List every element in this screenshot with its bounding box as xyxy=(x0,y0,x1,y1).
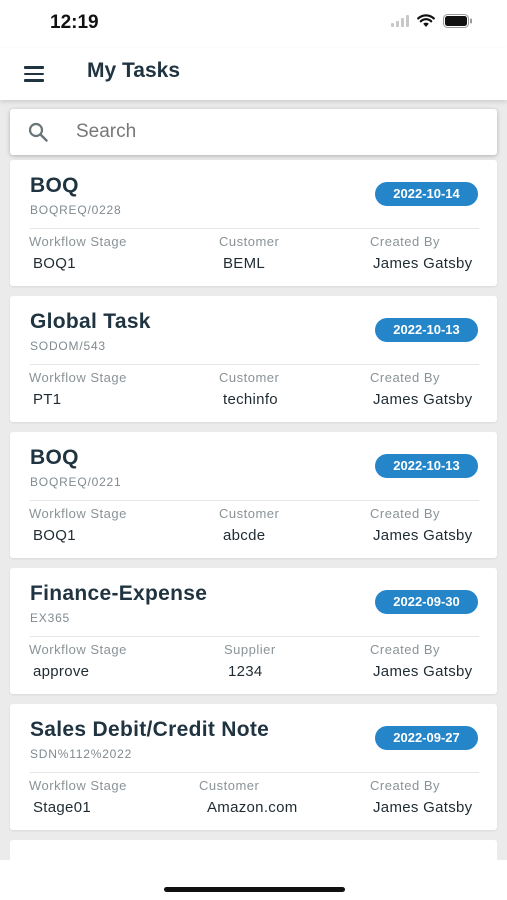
task-list: BOQ BOQREQ/0228 2022-10-14 Workflow Stag… xyxy=(10,160,497,840)
task-title: Finance-Expense xyxy=(30,582,208,605)
search-icon xyxy=(28,122,48,142)
customer-value: abcde xyxy=(223,527,266,544)
task-title: Global Task xyxy=(30,310,151,333)
created-by-value: James Gatsby xyxy=(373,799,473,816)
home-indicator[interactable] xyxy=(164,887,345,892)
workflow-stage-value: BOQ1 xyxy=(33,527,76,544)
divider xyxy=(30,500,479,501)
task-reference: BOQREQ/0228 xyxy=(30,203,122,217)
customer-value: BEML xyxy=(223,255,266,272)
created-by-label: Created By xyxy=(370,370,441,385)
task-card[interactable]: Global Task SODOM/543 2022-10-13 Workflo… xyxy=(10,296,497,422)
workflow-stage-value: PT1 xyxy=(33,391,62,408)
task-date-badge: 2022-10-13 xyxy=(375,318,478,342)
workflow-stage-label: Workflow Stage xyxy=(29,778,127,793)
task-date-badge: 2022-10-13 xyxy=(375,454,478,478)
task-reference: BOQREQ/0221 xyxy=(30,475,122,489)
search-input[interactable] xyxy=(76,117,476,147)
created-by-label: Created By xyxy=(370,234,441,249)
workflow-stage-value: approve xyxy=(33,663,90,680)
task-date-badge: 2022-09-27 xyxy=(375,726,478,750)
customer-label: Customer xyxy=(199,778,260,793)
divider xyxy=(30,228,479,229)
supplier-label: Supplier xyxy=(224,642,276,657)
home-indicator-bar xyxy=(0,860,507,900)
signal-icon xyxy=(391,15,409,27)
page-title: My Tasks xyxy=(87,59,180,82)
wifi-icon xyxy=(417,14,435,27)
created-by-value: James Gatsby xyxy=(373,663,473,680)
customer-value: techinfo xyxy=(223,391,278,408)
task-date-badge: 2022-09-30 xyxy=(375,590,478,614)
workflow-stage-label: Workflow Stage xyxy=(29,642,127,657)
workflow-stage-label: Workflow Stage xyxy=(29,506,127,521)
status-bar: 12:19 xyxy=(0,0,507,48)
battery-icon xyxy=(443,14,472,28)
task-card[interactable]: BOQ BOQREQ/0221 2022-10-13 Workflow Stag… xyxy=(10,432,497,558)
customer-label: Customer xyxy=(219,370,280,385)
created-by-label: Created By xyxy=(370,506,441,521)
divider xyxy=(30,772,479,773)
created-by-label: Created By xyxy=(370,642,441,657)
hamburger-menu-icon[interactable] xyxy=(24,66,44,82)
task-card[interactable]: Finance-Expense EX365 2022-09-30 Workflo… xyxy=(10,568,497,694)
divider xyxy=(30,636,479,637)
task-title: Sales Debit/Credit Note xyxy=(30,718,270,741)
customer-label: Customer xyxy=(219,506,280,521)
created-by-value: James Gatsby xyxy=(373,527,473,544)
status-time: 12:19 xyxy=(50,12,99,33)
task-reference: SODOM/543 xyxy=(30,339,106,353)
workflow-stage-label: Workflow Stage xyxy=(29,370,127,385)
task-title: BOQ xyxy=(30,174,79,197)
created-by-label: Created By xyxy=(370,778,441,793)
task-title: BOQ xyxy=(30,446,79,469)
app-header: My Tasks xyxy=(0,48,507,100)
task-date-badge: 2022-10-14 xyxy=(375,182,478,206)
search-bar xyxy=(10,109,497,155)
status-icons xyxy=(391,14,473,28)
created-by-value: James Gatsby xyxy=(373,391,473,408)
customer-value: Amazon.com xyxy=(207,799,298,816)
divider xyxy=(30,364,479,365)
task-card[interactable]: Sales Debit/Credit Note SDN%112%2022 202… xyxy=(10,704,497,830)
workflow-stage-label: Workflow Stage xyxy=(29,234,127,249)
workflow-stage-value: Stage01 xyxy=(33,799,91,816)
task-reference: SDN%112%2022 xyxy=(30,747,133,761)
workflow-stage-value: BOQ1 xyxy=(33,255,76,272)
supplier-value: 1234 xyxy=(228,663,263,680)
customer-label: Customer xyxy=(219,234,280,249)
task-reference: EX365 xyxy=(30,611,71,625)
created-by-value: James Gatsby xyxy=(373,255,473,272)
task-card[interactable]: BOQ BOQREQ/0228 2022-10-14 Workflow Stag… xyxy=(10,160,497,286)
